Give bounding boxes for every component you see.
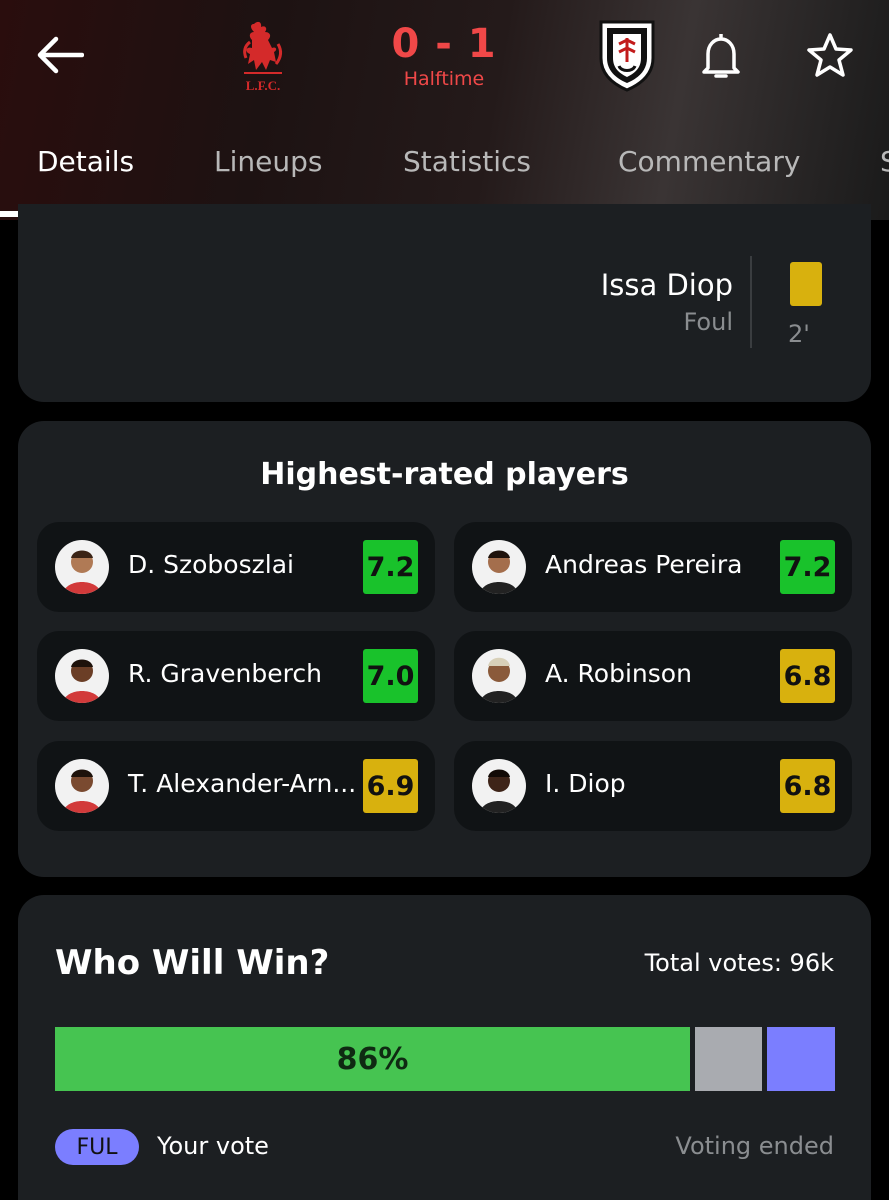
avatar <box>55 759 109 813</box>
player-photo-icon <box>63 550 101 594</box>
bell-icon <box>702 34 740 78</box>
event-player-name[interactable]: Issa Diop <box>601 268 733 302</box>
player-name: A. Robinson <box>545 659 692 688</box>
player-photo-icon <box>480 769 518 813</box>
player-name: T. Alexander-Arn... <box>128 769 357 798</box>
player-rating-badge: 6.8 <box>780 649 835 703</box>
player-photo-icon <box>480 550 518 594</box>
yellow-card-icon <box>790 262 822 306</box>
event-minute: 2' <box>788 320 810 348</box>
player-row[interactable]: R. Gravenberch 7.0 <box>37 631 435 721</box>
player-rating-badge: 6.9 <box>363 759 418 813</box>
fulham-crest-icon <box>599 20 655 92</box>
voting-status: Voting ended <box>675 1132 834 1160</box>
section-title: Who Will Win? <box>55 943 330 983</box>
player-row[interactable]: T. Alexander-Arn... 6.9 <box>37 741 435 831</box>
player-row[interactable]: Andreas Pereira 7.2 <box>454 522 852 612</box>
player-row[interactable]: A. Robinson 6.8 <box>454 631 852 721</box>
tab-statistics[interactable]: Statistics <box>403 145 531 178</box>
player-name: R. Gravenberch <box>128 659 322 688</box>
tab-standings[interactable]: S <box>880 145 889 178</box>
tab-commentary[interactable]: Commentary <box>618 145 800 178</box>
your-vote-label: Your vote <box>157 1132 269 1160</box>
match-event-card: Issa Diop Foul 2' <box>18 204 871 402</box>
match-status: Halftime <box>403 68 485 90</box>
player-name: I. Diop <box>545 769 626 798</box>
match-header: L.F.C. 0 - 1 Halftime Details Lineups St… <box>0 0 889 220</box>
avatar <box>55 649 109 703</box>
player-photo-icon <box>63 659 101 703</box>
player-name: D. Szoboszlai <box>128 550 294 579</box>
back-button[interactable] <box>30 28 88 82</box>
player-row[interactable]: I. Diop 6.8 <box>454 741 852 831</box>
divider <box>750 256 752 348</box>
vote-bar-home: 86% <box>55 1027 690 1091</box>
player-photo-icon <box>480 657 518 703</box>
favorite-button[interactable] <box>804 30 856 82</box>
highest-rated-card: Highest-rated players D. Szoboszlai 7.2 … <box>18 421 871 877</box>
notifications-button[interactable] <box>698 30 744 82</box>
avatar <box>472 759 526 813</box>
avatar <box>55 540 109 594</box>
section-title: Highest-rated players <box>260 457 629 492</box>
who-will-win-card: Who Will Win? Total votes: 96k 86% FUL Y… <box>18 895 871 1200</box>
star-icon <box>807 33 853 77</box>
player-photo-icon <box>63 769 101 813</box>
player-name: Andreas Pereira <box>545 550 743 579</box>
player-rating-badge: 7.0 <box>363 649 418 703</box>
score: 0 - 1 <box>391 21 497 67</box>
player-rating-badge: 7.2 <box>363 540 418 594</box>
vote-bar-away <box>767 1027 835 1091</box>
event-reason: Foul <box>683 308 733 336</box>
player-rating-badge: 7.2 <box>780 540 835 594</box>
tab-lineups[interactable]: Lineups <box>214 145 322 178</box>
scoreboard: 0 - 1 Halftime <box>370 22 518 90</box>
player-rating-badge: 6.8 <box>780 759 835 813</box>
tab-details[interactable]: Details <box>37 145 134 178</box>
avatar <box>472 649 526 703</box>
avatar <box>472 540 526 594</box>
arrow-left-icon <box>37 36 84 74</box>
vote-bar: 86% <box>55 1027 835 1091</box>
svg-text:L.F.C.: L.F.C. <box>246 78 281 93</box>
away-team-logo[interactable] <box>597 18 657 92</box>
liverpool-crest-icon: L.F.C. <box>243 21 283 93</box>
player-row[interactable]: D. Szoboszlai 7.2 <box>37 522 435 612</box>
total-votes: Total votes: 96k <box>644 949 834 977</box>
home-team-logo[interactable]: L.F.C. <box>232 18 294 98</box>
vote-bar-draw <box>695 1027 762 1091</box>
your-vote-badge: FUL <box>55 1129 139 1165</box>
